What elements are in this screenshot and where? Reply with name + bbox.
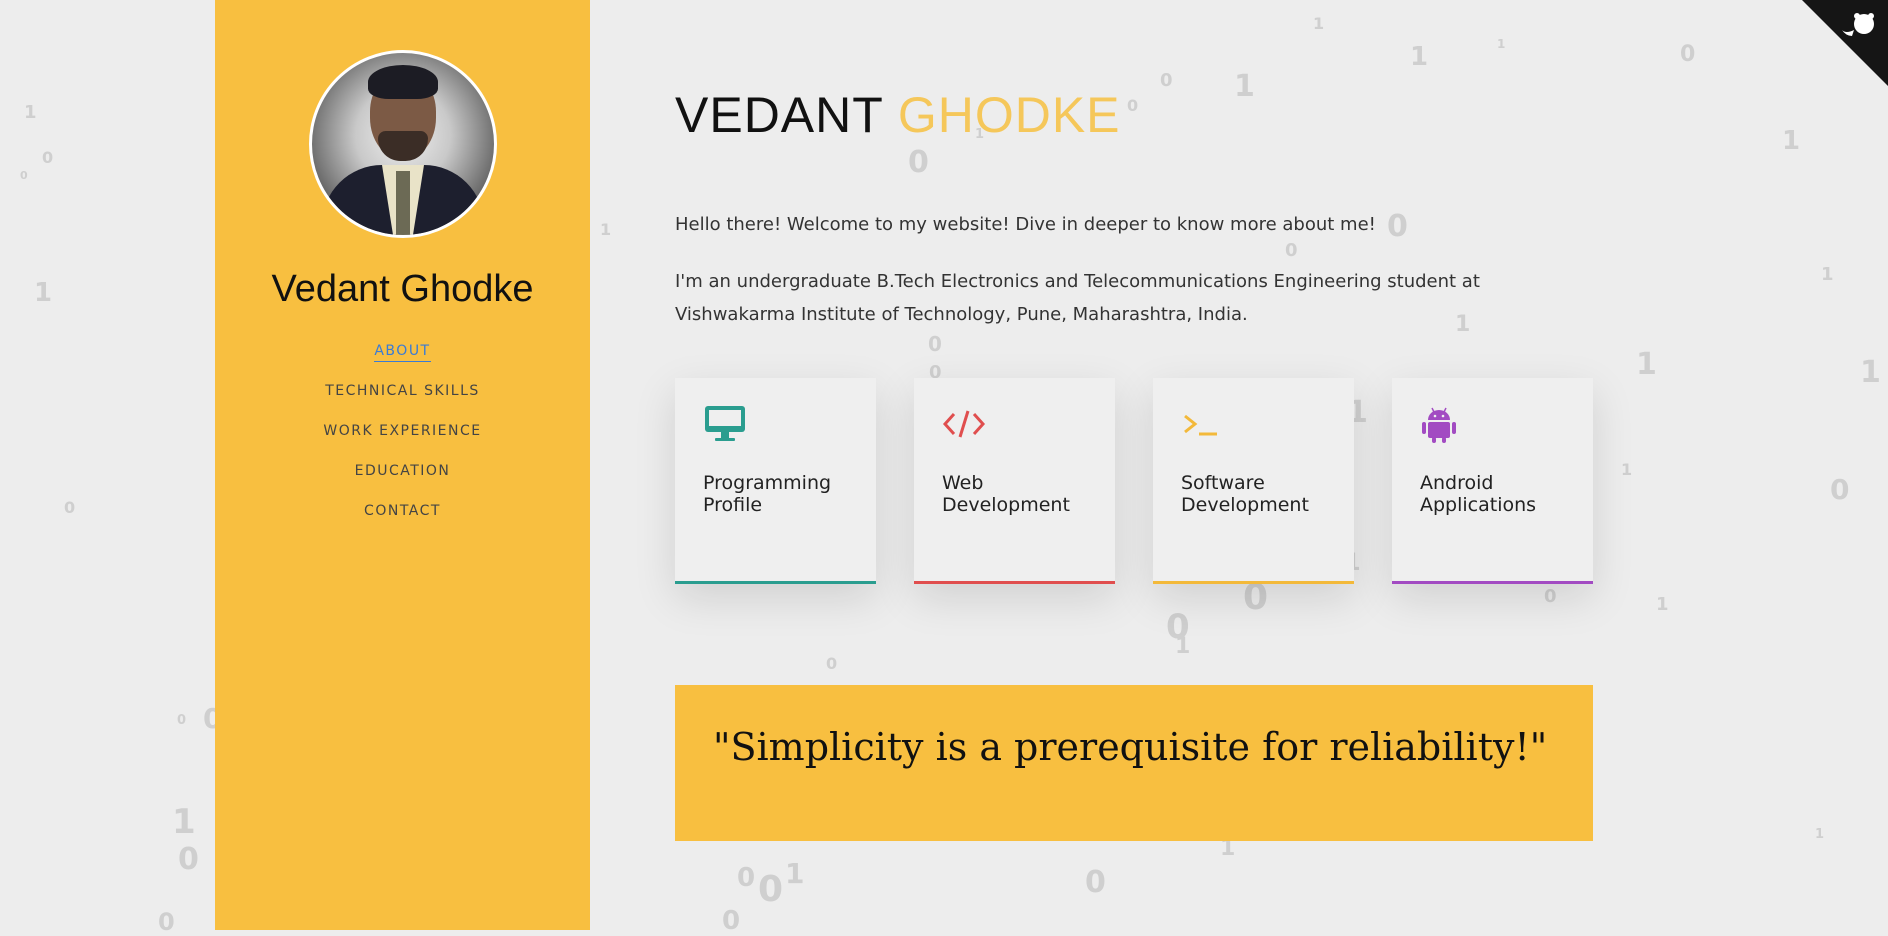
binary-digit: 1 xyxy=(1220,836,1236,861)
binary-digit: 0 xyxy=(758,869,784,910)
monitor-icon xyxy=(705,406,745,441)
binary-digit: 1 xyxy=(1636,347,1657,382)
card-label: Software Development xyxy=(1181,472,1309,516)
sidebar: Vedant Ghodke ABOUT TECHNICAL SKILLS WOR… xyxy=(215,0,590,930)
binary-digit: 1 xyxy=(1175,634,1191,659)
binary-digit: 0 xyxy=(1544,586,1557,607)
nav-item-about[interactable]: ABOUT xyxy=(374,341,431,381)
binary-digit: 0 xyxy=(1680,42,1696,67)
card-underline xyxy=(1392,581,1593,584)
binary-digit: 0 xyxy=(1160,70,1173,91)
binary-digit: 0 xyxy=(928,332,942,356)
card-programming-profile[interactable]: Programming Profile xyxy=(675,378,876,584)
binary-digit: 0 xyxy=(908,145,929,180)
quote-banner: "Simplicity is a prerequisite for reliab… xyxy=(675,685,1593,841)
binary-digit: 1 xyxy=(1821,264,1834,285)
binary-digit: 1 xyxy=(1313,14,1325,33)
github-corner-link[interactable] xyxy=(1802,0,1888,86)
binary-digit: 0 xyxy=(177,713,187,728)
card-label: Web Development xyxy=(942,472,1070,516)
avatar xyxy=(309,50,497,238)
nav-item-education[interactable]: EDUCATION xyxy=(355,461,451,501)
binary-digit: 1 xyxy=(1815,827,1825,842)
card-underline xyxy=(1153,581,1354,584)
binary-digit: 0 xyxy=(1830,473,1850,506)
binary-digit: 1 xyxy=(1497,37,1506,51)
binary-digit: 0 xyxy=(737,863,756,893)
terminal-icon xyxy=(1184,414,1217,436)
binary-digit: 0 xyxy=(722,906,741,936)
bio-text: I'm an undergraduate B.Tech Electronics … xyxy=(675,271,1480,325)
card-web-development[interactable]: Web Development xyxy=(914,378,1115,584)
nav-item-work-experience[interactable]: WORK EXPERIENCE xyxy=(323,421,481,461)
binary-digit: 0 xyxy=(64,498,76,517)
binary-digit: 0 xyxy=(1166,607,1190,647)
binary-digit: 1 xyxy=(600,220,612,239)
card-underline xyxy=(914,581,1115,584)
android-icon xyxy=(1422,407,1456,443)
intro-text: Hello there! Welcome to my website! Dive… xyxy=(675,214,1376,235)
code-icon xyxy=(942,410,986,438)
title-first-name: VEDANT xyxy=(675,87,883,143)
binary-digit: 0 xyxy=(20,169,28,182)
binary-digit: 1 xyxy=(24,102,37,123)
card-software-development[interactable]: Software Development xyxy=(1153,378,1354,584)
card-android-applications[interactable]: Android Applications xyxy=(1392,378,1593,584)
binary-digit: 1 xyxy=(1860,355,1881,390)
page-title: VEDANT GHODKE xyxy=(675,86,1121,144)
quote-text: "Simplicity is a prerequisite for reliab… xyxy=(713,725,1548,769)
binary-digit: 1 xyxy=(172,802,196,842)
binary-digit: 1 xyxy=(1410,42,1429,72)
binary-digit: 0 xyxy=(1127,96,1139,115)
binary-digit: 1 xyxy=(1782,126,1801,156)
card-label: Android Applications xyxy=(1420,472,1537,516)
title-last-name: GHODKE xyxy=(897,87,1121,143)
binary-digit: 0 xyxy=(1085,865,1106,900)
binary-digit: 0 xyxy=(826,654,838,673)
card-label: Programming Profile xyxy=(703,472,832,516)
card-underline xyxy=(675,581,876,584)
binary-digit: 0 xyxy=(1243,577,1269,618)
binary-digit: 1 xyxy=(34,278,53,308)
binary-digit: 0 xyxy=(178,842,199,877)
binary-digit: 0 xyxy=(42,148,54,167)
binary-digit: 1 xyxy=(1234,69,1255,104)
binary-digit: 1 xyxy=(1656,594,1669,615)
binary-digit: 1 xyxy=(1621,460,1633,479)
binary-digit: 0 xyxy=(158,908,175,936)
nav-item-technical-skills[interactable]: TECHNICAL SKILLS xyxy=(325,381,480,421)
binary-digit: 1 xyxy=(785,857,805,890)
github-corner-icon xyxy=(1802,0,1888,86)
sidebar-name: Vedant Ghodke xyxy=(271,268,534,310)
nav-item-contact[interactable]: CONTACT xyxy=(364,501,441,541)
binary-digit: 0 xyxy=(1285,240,1298,261)
sidebar-nav: ABOUT TECHNICAL SKILLS WORK EXPERIENCE E… xyxy=(215,341,590,541)
